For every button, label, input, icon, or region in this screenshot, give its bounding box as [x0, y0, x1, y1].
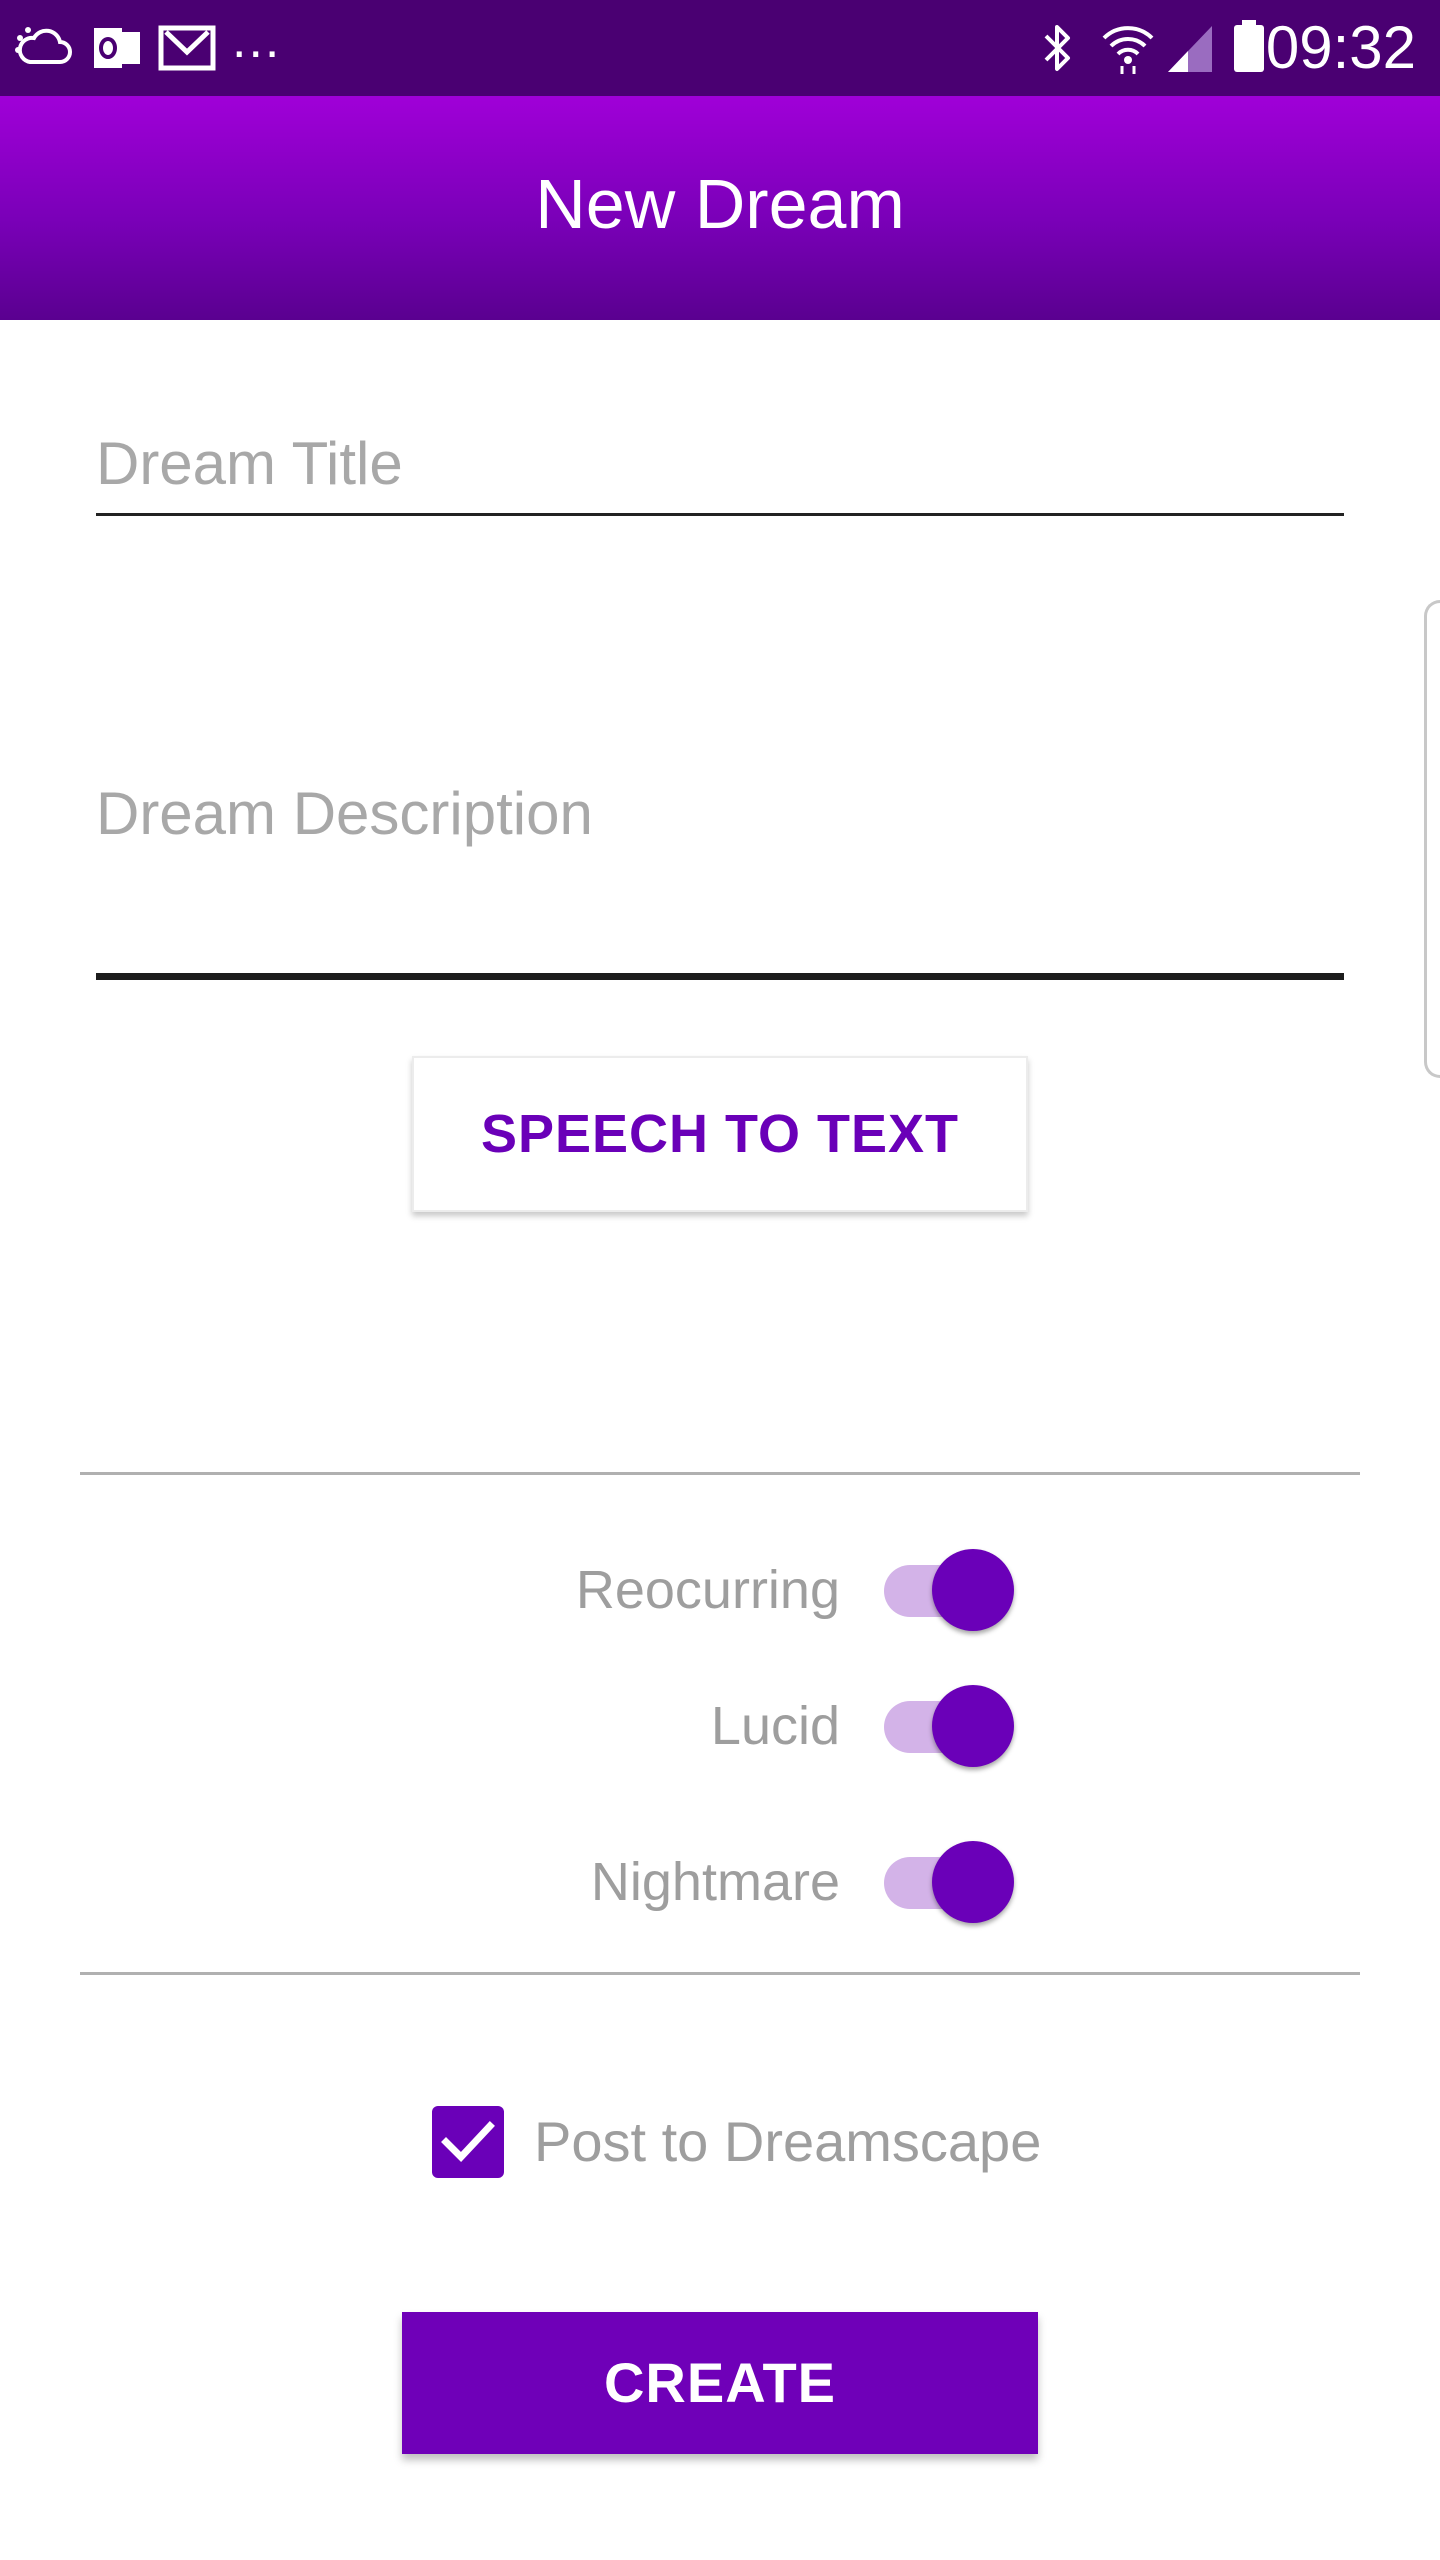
- create-button[interactable]: CREATE: [402, 2312, 1038, 2454]
- divider-bottom: [80, 1972, 1360, 1975]
- divider-top: [80, 1472, 1360, 1475]
- dream-title-field: [96, 420, 1344, 516]
- wifi-icon: [1100, 18, 1156, 81]
- switch-thumb: [932, 1549, 1014, 1631]
- page-title: New Dream: [535, 165, 905, 243]
- more-notifications: ...: [232, 11, 282, 69]
- dream-title-input[interactable]: [96, 420, 1344, 508]
- speech-to-text-button[interactable]: SPEECH TO TEXT: [412, 1056, 1028, 1212]
- checkmark-icon: [441, 2121, 495, 2163]
- toggle-row-reocurring: Reocurring: [0, 1540, 1440, 1640]
- toggle-row-lucid: Lucid: [0, 1676, 1440, 1776]
- post-to-dreamscape-row: Post to Dreamscape: [430, 2102, 1130, 2182]
- post-to-dreamscape-checkbox[interactable]: [432, 2106, 504, 2178]
- cloud-sync-icon: [14, 24, 74, 77]
- status-bar: ... 09:32: [0, 0, 1440, 96]
- clock: 09:32: [1265, 14, 1416, 81]
- outlook-icon: [92, 24, 142, 77]
- battery-icon: [1232, 18, 1266, 79]
- lucid-switch[interactable]: [882, 1676, 1014, 1776]
- bluetooth-icon: [1040, 20, 1076, 81]
- dream-description-field: [96, 770, 1344, 980]
- post-to-dreamscape-label: Post to Dreamscape: [534, 2110, 1042, 2173]
- dream-title-underline: [96, 513, 1344, 516]
- switch-thumb: [932, 1841, 1014, 1923]
- nightmare-label: Nightmare: [590, 1852, 840, 1912]
- gmail-icon: [158, 24, 216, 77]
- signal-icon: [1164, 22, 1216, 79]
- reocurring-label: Reocurring: [575, 1560, 840, 1620]
- app-bar: New Dream: [0, 96, 1440, 320]
- toggle-row-nightmare: Nightmare: [0, 1832, 1440, 1932]
- reocurring-switch[interactable]: [882, 1540, 1014, 1640]
- edge-panel-handle[interactable]: [1424, 600, 1440, 1078]
- lucid-label: Lucid: [710, 1696, 840, 1756]
- nightmare-switch[interactable]: [882, 1832, 1014, 1932]
- dream-description-input[interactable]: [96, 770, 1344, 952]
- dream-description-underline: [96, 973, 1344, 980]
- switch-thumb: [932, 1685, 1014, 1767]
